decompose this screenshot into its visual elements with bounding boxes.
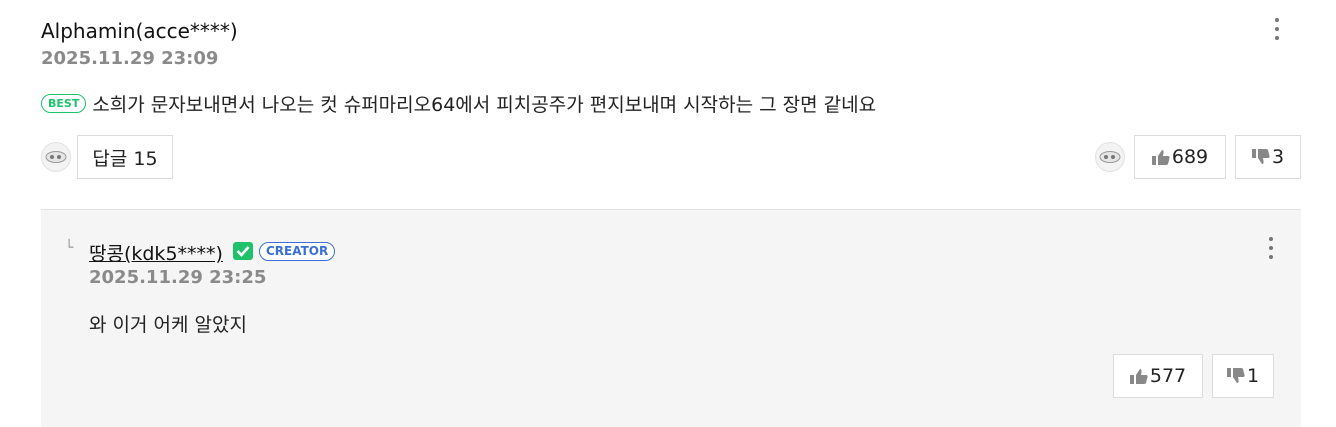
verified-check-icon — [233, 242, 253, 260]
creator-badge: CREATOR — [259, 242, 336, 261]
more-options-icon[interactable] — [1273, 18, 1281, 40]
dislike-count: 3 — [1271, 146, 1285, 168]
reply-author[interactable]: 땅콩(kdk5****) — [89, 239, 223, 266]
reply-dislike-count: 1 — [1246, 365, 1260, 387]
comment: Alphamin(acce****) 2025.11.29 23:09 BEST… — [41, 0, 1301, 210]
comment-author[interactable]: Alphamin(acce****) — [41, 19, 238, 43]
thumbs-down-icon — [1251, 149, 1270, 164]
emoji-reaction-icon[interactable] — [1095, 142, 1125, 172]
more-options-icon[interactable] — [1267, 237, 1275, 259]
thumbs-down-icon — [1226, 368, 1245, 383]
comment-text: 소희가 문자보내면서 나오는 컷 슈퍼마리오64에서 피치공주가 편지보내며 시… — [92, 94, 877, 116]
reply-text: 와 이거 어케 알았지 — [89, 314, 247, 336]
reply-indent-icon: └ — [65, 240, 74, 256]
thumbs-up-icon — [1151, 150, 1170, 165]
comment-date: 2025.11.29 23:09 — [41, 48, 219, 69]
like-button[interactable]: 689 — [1134, 135, 1226, 179]
best-badge: BEST — [41, 94, 87, 113]
reply-dislike-button[interactable]: 1 — [1212, 354, 1274, 398]
reply-section: └ 땅콩(kdk5****) CREATOR 2025.11.29 23:25 … — [41, 209, 1301, 427]
reply-date: 2025.11.29 23:25 — [89, 267, 267, 288]
like-count: 689 — [1171, 146, 1209, 168]
emoji-reaction-icon[interactable] — [41, 142, 71, 172]
comment-body: BEST 소희가 문자보내면서 나오는 컷 슈퍼마리오64에서 피치공주가 편지… — [41, 90, 876, 117]
dislike-button[interactable]: 3 — [1235, 135, 1301, 179]
reply-like-button[interactable]: 577 — [1113, 354, 1203, 398]
thumbs-up-icon — [1129, 369, 1148, 384]
reply-count-button[interactable]: 답글 15 — [77, 135, 173, 179]
reply-like-count: 577 — [1149, 365, 1187, 387]
